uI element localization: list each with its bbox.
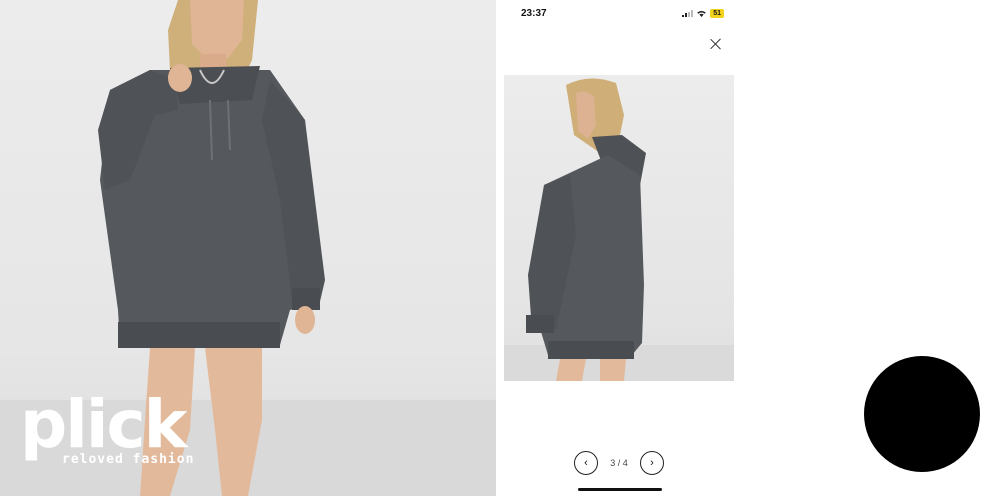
signal-icon bbox=[682, 10, 694, 17]
previous-image-button[interactable]: ‹ bbox=[574, 450, 598, 475]
black-circle bbox=[864, 356, 980, 472]
logo-tagline: reloved fashion bbox=[62, 452, 195, 467]
status-icons: 51 bbox=[682, 9, 724, 18]
chevron-left-icon: ‹ bbox=[584, 456, 588, 469]
logo-wordmark: plick bbox=[20, 386, 188, 463]
chevron-right-icon: › bbox=[650, 456, 654, 469]
wifi-icon bbox=[697, 10, 707, 17]
close-button[interactable] bbox=[708, 36, 724, 52]
phone-screen: 23:37 51 ‹ 3 / 4 › bbox=[496, 0, 744, 496]
plick-logo: plick reloved fashion bbox=[20, 386, 195, 468]
battery-icon: 51 bbox=[710, 9, 724, 18]
hero-product-photo: plick reloved fashion bbox=[0, 0, 496, 496]
image-counter: 3 / 4 bbox=[610, 457, 628, 468]
home-indicator bbox=[578, 488, 662, 491]
status-bar: 23:37 51 bbox=[496, 0, 744, 28]
next-image-button[interactable]: › bbox=[639, 450, 664, 475]
image-pager: ‹ 3 / 4 › bbox=[574, 450, 664, 475]
status-time: 23:37 bbox=[521, 8, 547, 19]
model-back-illustration bbox=[504, 78, 734, 381]
product-photo[interactable] bbox=[504, 75, 734, 381]
